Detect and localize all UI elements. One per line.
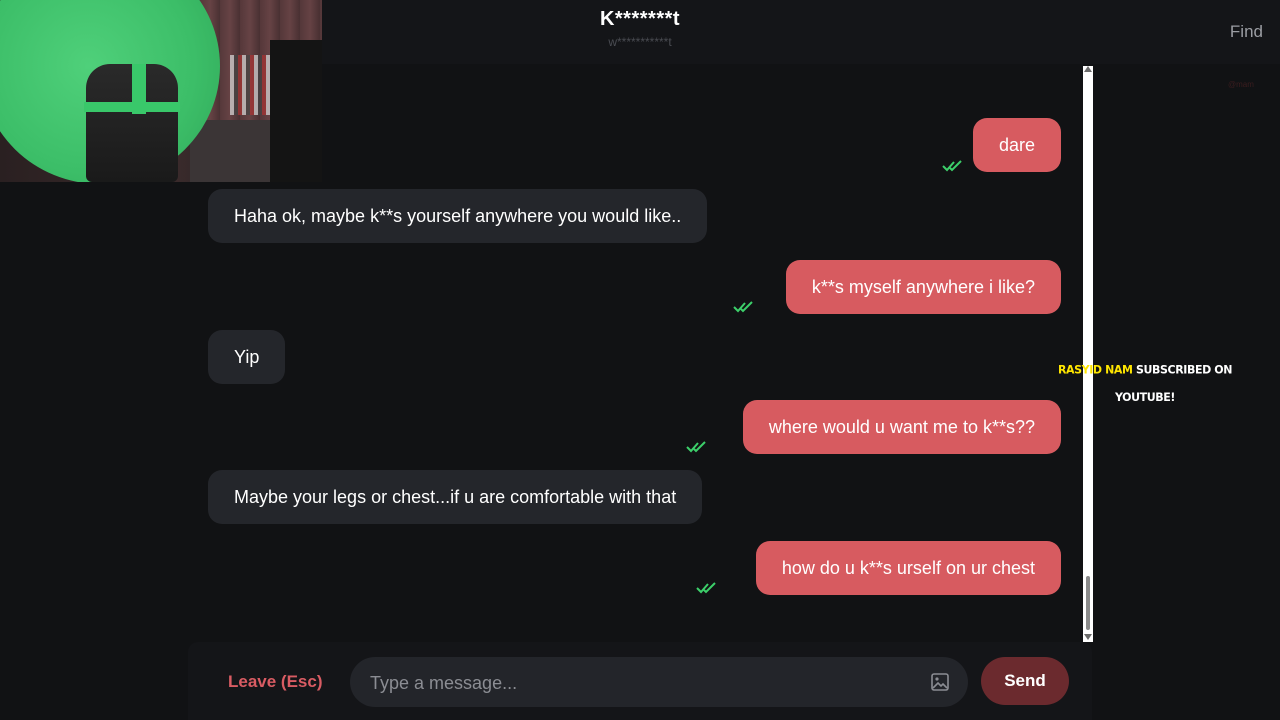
subscriber-alert: RASYID NAM SUBSCRIBED ON YOUTUBE!: [1050, 357, 1240, 412]
webcam-door: [270, 40, 322, 182]
message-input[interactable]: [368, 657, 912, 709]
message-bubble-sent: dare: [972, 118, 1061, 172]
webcam-clothes-rack: [230, 55, 270, 115]
subscriber-text: SUBSCRIBED ON YOUTUBE!: [1114, 363, 1233, 404]
message-scrollbar[interactable]: [1083, 66, 1093, 642]
faint-overlay-text: @mam: [1228, 80, 1254, 89]
double-check-icon: [686, 441, 706, 453]
message-bubble-sent: k**s myself anywhere i like?: [785, 260, 1061, 314]
message-bubble-received: Yip: [208, 330, 286, 384]
webcam-overlay: [0, 0, 322, 182]
send-button[interactable]: Send: [981, 657, 1069, 705]
subscriber-name: RASYID NAM: [1057, 363, 1133, 377]
scrollbar-thumb[interactable]: [1086, 576, 1090, 630]
scroll-down-arrow-icon[interactable]: [1084, 634, 1092, 640]
double-check-icon: [696, 582, 716, 594]
message-bubble-received: Maybe your legs or chest...if u are comf…: [208, 470, 703, 524]
find-button[interactable]: Find: [1230, 22, 1263, 42]
webcam-chair-strap: [132, 64, 146, 114]
message-input-container: [350, 657, 968, 709]
image-icon[interactable]: [930, 672, 950, 692]
leave-button[interactable]: Leave (Esc): [228, 672, 323, 692]
message-bubble-received: Haha ok, maybe k**s yourself anywhere yo…: [208, 189, 708, 243]
double-check-icon: [733, 301, 753, 313]
message-bubble-sent: where would u want me to k**s??: [742, 400, 1061, 454]
chat-app: K*******t w***********t Find dare Haha o…: [0, 0, 1280, 720]
scroll-up-arrow-icon[interactable]: [1084, 66, 1092, 72]
double-check-icon: [942, 160, 962, 172]
message-bubble-sent: how do u k**s urself on ur chest: [755, 541, 1061, 595]
message-composer: Leave (Esc) Send: [188, 642, 1092, 720]
